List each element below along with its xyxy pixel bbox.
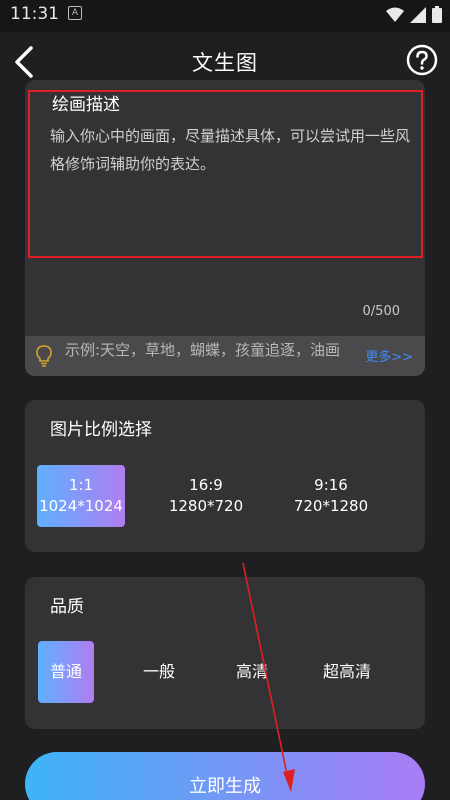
quality-option-standard[interactable]: 一般 bbox=[131, 641, 187, 703]
question-circle-icon bbox=[406, 44, 438, 76]
ratio-value: 9:16 bbox=[314, 476, 348, 494]
ratio-size: 1024*1024 bbox=[39, 497, 123, 515]
page-title: 文生图 bbox=[192, 51, 258, 75]
more-examples-link[interactable]: 更多>> bbox=[365, 346, 413, 365]
text-to-image-screen: 11:31 A 文生图 绘画描述 输入你心中的画面，尽量描述具体，可以尝试用一些… bbox=[0, 0, 450, 800]
status-time: 11:31 bbox=[10, 4, 59, 24]
notification-a-icon: A bbox=[68, 6, 82, 20]
battery-icon bbox=[432, 6, 442, 27]
quality-option-ultra-hd[interactable]: 超高清 bbox=[309, 641, 385, 703]
ratio-size: 720*1280 bbox=[293, 497, 369, 515]
ratio-size: 1280*720 bbox=[168, 497, 244, 515]
example-bar: 示例:天空，草地，蝴蝶，孩童追逐，油画 更多>> bbox=[25, 336, 425, 376]
description-label: 绘画描述 bbox=[52, 95, 120, 115]
lightbulb-icon bbox=[36, 345, 52, 367]
ratio-card: 图片比例选择 1:1 1024*1024 16:9 1280*720 9:16 … bbox=[25, 400, 425, 552]
character-counter: 0/500 bbox=[362, 304, 400, 319]
quality-card: 品质 普通 一般 高清 超高清 bbox=[25, 577, 425, 729]
ratio-title: 图片比例选择 bbox=[50, 420, 152, 440]
quality-title: 品质 bbox=[50, 597, 84, 617]
generate-label: 立即生成 bbox=[189, 776, 261, 797]
description-input[interactable] bbox=[50, 122, 410, 262]
signal-icon bbox=[410, 6, 426, 27]
wifi-icon bbox=[386, 7, 404, 27]
ratio-value: 1:1 bbox=[68, 476, 94, 494]
example-text: 示例:天空，草地，蝴蝶，孩童追逐，油画 bbox=[65, 341, 341, 359]
status-bar: 11:31 A bbox=[0, 0, 450, 32]
generate-button[interactable]: 立即生成 bbox=[25, 752, 425, 800]
quality-option-hd[interactable]: 高清 bbox=[224, 641, 280, 703]
ratio-option-1-1[interactable]: 1:1 1024*1024 bbox=[37, 465, 125, 527]
quality-option-normal[interactable]: 普通 bbox=[38, 641, 94, 703]
ratio-option-16-9[interactable]: 16:9 1280*720 bbox=[162, 465, 250, 527]
description-card: 绘画描述 0/500 示例:天空，草地，蝴蝶，孩童追逐，油画 更多>> bbox=[25, 80, 425, 376]
help-button[interactable] bbox=[406, 44, 438, 76]
status-icons bbox=[386, 6, 442, 27]
ratio-option-9-16[interactable]: 9:16 720*1280 bbox=[287, 465, 375, 527]
ratio-value: 16:9 bbox=[189, 476, 223, 494]
